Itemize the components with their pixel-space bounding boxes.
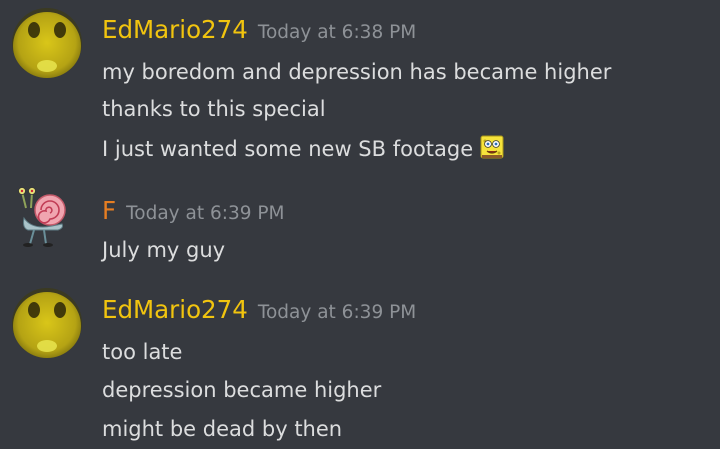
username[interactable]: EdMario274 bbox=[102, 15, 248, 44]
message-text: too late bbox=[102, 340, 183, 364]
message-text: I just wanted some new SB footage bbox=[102, 134, 505, 163]
snail-avatar-icon bbox=[18, 187, 66, 247]
message-header: EdMario274 Today at 6:39 PM bbox=[102, 293, 416, 327]
message-header: F Today at 6:39 PM bbox=[102, 194, 285, 228]
avatar[interactable] bbox=[12, 184, 82, 254]
message-header: EdMario274 Today at 6:38 PM bbox=[102, 13, 416, 47]
message-text: my boredom and depression has became hig… bbox=[102, 60, 612, 84]
message-text: depression became higher bbox=[102, 378, 382, 402]
avatar[interactable] bbox=[12, 288, 82, 358]
avatar[interactable] bbox=[12, 8, 82, 78]
username[interactable]: F bbox=[102, 196, 116, 225]
message-text-content: I just wanted some new SB footage bbox=[102, 137, 474, 161]
timestamp: Today at 6:38 PM bbox=[257, 22, 417, 43]
timestamp: Today at 6:39 PM bbox=[257, 302, 417, 323]
timestamp: Today at 6:39 PM bbox=[126, 203, 285, 224]
yellow-face-avatar-icon bbox=[12, 288, 82, 358]
yellow-face-avatar-icon bbox=[12, 8, 82, 78]
username[interactable]: EdMario274 bbox=[102, 295, 248, 324]
spongebob-emoji-icon[interactable] bbox=[479, 134, 505, 160]
message-text: July my guy bbox=[102, 238, 226, 262]
chat-messages: EdMario274 Today at 6:38 PM my boredom an… bbox=[0, 0, 720, 449]
message-text: might be dead by then bbox=[102, 417, 343, 441]
message-text: thanks to this special bbox=[102, 97, 326, 121]
